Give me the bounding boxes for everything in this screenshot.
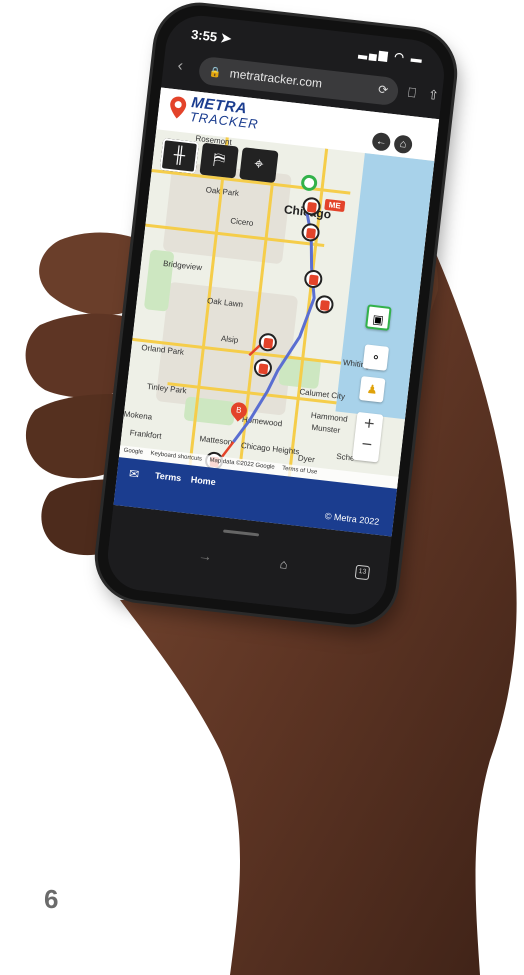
page-number: 6	[44, 884, 59, 914]
home-icon[interactable]: ⌂	[393, 134, 414, 155]
share-icon[interactable]: ⇧	[427, 87, 440, 104]
train-layer-icon[interactable]: ▣	[365, 304, 392, 331]
mail-icon[interactable]: ✉	[128, 466, 140, 481]
tabs-count-icon[interactable]: 13	[354, 564, 371, 581]
web-page: METRA TRACKER ← ⌂ Rosemont Oak Park Cice…	[113, 87, 440, 537]
copyright-text: © Metra 2022	[324, 510, 380, 527]
status-time: 3:55 ➤	[190, 26, 233, 47]
location-button[interactable]: ⌖	[239, 147, 279, 184]
phone-screen: 3:55 ➤ ▂▄▆ ◠ ▬ ‹ 🔒 metratracker.com ⟳ ⎕ …	[104, 12, 448, 618]
forward-arrow-icon[interactable]: →	[197, 547, 213, 564]
traffic-light-icon[interactable]: ⚬	[362, 344, 390, 371]
google-logo: Google	[123, 447, 144, 456]
street-view-pegman-icon[interactable]: ♟	[358, 376, 386, 403]
station-icon: ⛿	[212, 150, 226, 170]
terms-link[interactable]: Terms	[155, 470, 182, 483]
zoom-out-button[interactable]: −	[353, 433, 381, 457]
zoom-in-button[interactable]: +	[355, 412, 383, 436]
browser-home-icon[interactable]: ⌂	[279, 556, 289, 572]
browser-back-icon[interactable]: ‹	[177, 57, 184, 75]
location-pin-logo-icon	[170, 96, 187, 119]
back-arrow-icon[interactable]: ←	[371, 131, 392, 152]
track-icon: ╫	[172, 146, 187, 165]
zoom-control: + −	[352, 411, 384, 463]
metra-tracker-logo[interactable]: METRA TRACKER	[189, 94, 261, 132]
map-view[interactable]: Rosemont Oak Park Chicago Cicero Bridgev…	[118, 129, 435, 489]
reload-icon[interactable]: ⟳	[377, 82, 389, 97]
bookmark-icon[interactable]: ⎕	[407, 85, 416, 102]
marker-b-label: B	[235, 405, 243, 415]
status-icons: ▂▄▆ ◠ ▬	[358, 46, 425, 67]
home-link[interactable]: Home	[190, 474, 216, 487]
url-text: metratracker.com	[229, 66, 323, 91]
track-view-button[interactable]: ╫	[159, 138, 200, 174]
lock-icon: 🔒	[208, 66, 223, 80]
terms-of-use-link[interactable]: Terms of Use	[282, 466, 318, 476]
station-view-button[interactable]: ⛿	[199, 142, 239, 179]
map-pin-icon: ⌖	[253, 155, 265, 174]
stage: 3:55 ➤ ▂▄▆ ◠ ▬ ‹ 🔒 metratracker.com ⟳ ⎕ …	[0, 0, 524, 975]
route-badge[interactable]: ME	[324, 198, 346, 213]
home-indicator	[223, 529, 260, 537]
